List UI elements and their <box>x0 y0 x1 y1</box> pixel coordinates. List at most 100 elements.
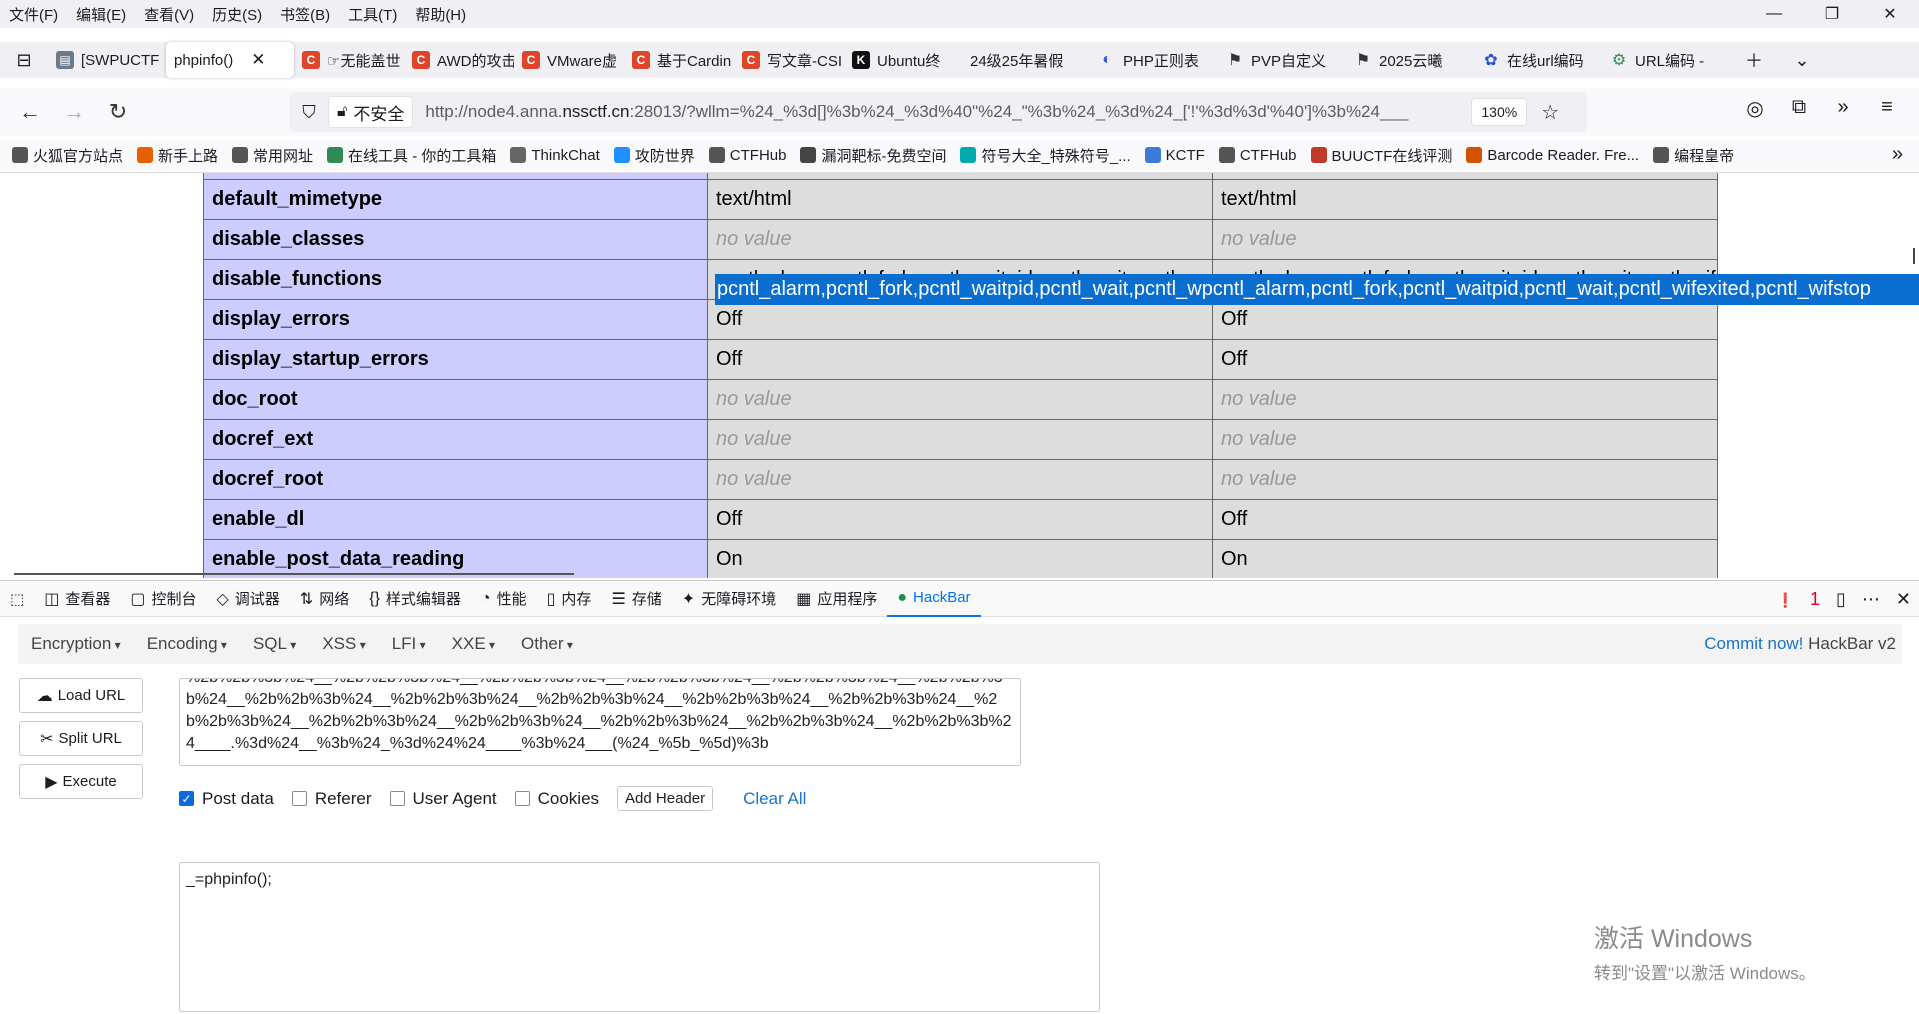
bookmark-item[interactable]: 漏洞靶标-免费空间 <box>800 145 946 166</box>
close-devtools-icon[interactable]: ✕ <box>1896 589 1911 610</box>
devtools-tab[interactable]: ▦ 应用程序 <box>786 581 887 617</box>
directive-name: disable_functions <box>203 259 708 300</box>
split-url-button[interactable]: ✂ Split URL <box>19 721 143 756</box>
cookies-checkbox[interactable]: Cookies <box>514 789 599 809</box>
bookmark-item[interactable]: 常用网址 <box>232 145 313 166</box>
bookmark-item[interactable]: KCTF <box>1144 147 1205 164</box>
restore-button[interactable]: ❐ <box>1803 0 1861 28</box>
hackbar-menu-dropdown[interactable]: LFI <box>379 634 439 654</box>
menu-item[interactable]: 编辑(E) <box>67 4 135 25</box>
menu-item[interactable]: 书签(B) <box>271 4 339 25</box>
devtools-tab[interactable]: {} 样式编辑器 <box>359 581 471 617</box>
devtools-tab[interactable]: ⇅ 网络 <box>290 581 359 617</box>
bookmark-item[interactable]: ThinkChat <box>510 147 600 164</box>
hackbar-commit-link[interactable]: Commit now! HackBar v2 <box>1704 634 1896 654</box>
bookmark-item[interactable]: BUUCTF在线评测 <box>1310 145 1452 166</box>
tab[interactable]: C 写文章-CSI <box>734 42 844 78</box>
post-body-textarea[interactable]: _=phpinfo(); <box>179 862 1100 1012</box>
devtools-tab[interactable]: ☰ 存储 <box>601 581 671 617</box>
bookmark-item[interactable]: 火狐官方站点 <box>12 145 123 166</box>
hackbar-menu-dropdown[interactable]: Other <box>508 634 586 654</box>
bookmark-item[interactable]: CTFHub <box>1218 147 1297 164</box>
post-data-checkbox[interactable]: ✓ Post data <box>179 789 274 809</box>
bookmark-item[interactable]: 在线工具 - 你的工具箱 <box>327 145 496 166</box>
tab[interactable]: ⚑ PVP自定义 <box>1218 42 1346 78</box>
tab[interactable]: ⚙ URL编码 - <box>1602 42 1730 78</box>
hackbar-menu-dropdown[interactable]: XSS <box>309 634 378 654</box>
hamburger-menu-icon[interactable]: ≡ <box>1865 96 1909 121</box>
tab-favicon-icon: ◐ <box>1102 51 1112 68</box>
load-url-button[interactable]: ☁ Load URL <box>19 678 143 713</box>
menu-item[interactable]: 工具(T) <box>339 4 406 25</box>
menu-item[interactable]: 查看(V) <box>135 4 203 25</box>
bookmark-item[interactable]: 攻防世界 <box>613 145 695 166</box>
tab[interactable]: ✿ 在线url编码 <box>1474 42 1602 78</box>
phpinfo-table: default_mimetype text/html text/html disabl… <box>203 173 1718 578</box>
tab-favicon-icon: C <box>632 51 650 69</box>
hackbar-menu-dropdown[interactable]: SQL <box>240 634 309 654</box>
overflow-chevron-icon[interactable]: » <box>1821 96 1865 121</box>
devtools-tab[interactable]: ● HackBar <box>887 581 981 617</box>
bookmark-item[interactable]: 符号大全_特殊符号_... <box>960 145 1131 166</box>
error-count-badge[interactable]: ❗ 1 <box>1777 589 1820 610</box>
tracking-shield-icon[interactable]: ⛉ <box>290 102 328 123</box>
dock-side-icon[interactable]: ▯ <box>1836 589 1846 610</box>
bookmark-item[interactable]: 新手上路 <box>137 145 218 166</box>
reload-icon[interactable]: ↻ <box>96 99 140 125</box>
url-text[interactable]: http://node4.anna.nssctf.cn:28013/?wllm=… <box>425 102 1465 122</box>
insecure-badge[interactable]: 🔓︎ 不安全 <box>328 96 414 128</box>
bookmark-star-icon[interactable]: ☆ <box>1541 100 1559 125</box>
hackbar-menu-dropdown[interactable]: XXE <box>439 634 508 654</box>
user-agent-checkbox[interactable]: User Agent <box>389 789 497 809</box>
tab-list-icon[interactable]: ⊟ <box>0 50 48 71</box>
menu-item[interactable]: 帮助(H) <box>406 4 475 25</box>
referer-checkbox[interactable]: Referer <box>291 789 372 809</box>
tab-active[interactable]: phpinfo() ✕ <box>166 42 294 78</box>
tab[interactable]: ◐ PHP正则表 <box>1090 42 1218 78</box>
bookmark-item[interactable]: 编程皇帝 <box>1653 145 1734 166</box>
tab[interactable]: ▤ [SWPUCTF <box>48 42 166 78</box>
url-bar[interactable]: ⛉ 🔓︎ 不安全 http://node4.anna.nssctf.cn:280… <box>290 92 1587 132</box>
all-tabs-chevron-icon[interactable]: ⌄ <box>1778 50 1826 71</box>
close-window-button[interactable]: ✕ <box>1861 0 1919 28</box>
clear-all-link[interactable]: Clear All <box>743 789 806 809</box>
tab[interactable]: C AWD的攻击 <box>404 42 514 78</box>
menu-item[interactable]: 历史(S) <box>203 4 271 25</box>
devtools-tab[interactable]: ▯ 内存 <box>537 581 602 617</box>
account-icon[interactable]: ◎ <box>1733 96 1777 121</box>
tab[interactable]: C VMware虚 <box>514 42 624 78</box>
hackbar-menu-dropdown[interactable]: Encoding <box>134 634 240 654</box>
new-tab-button[interactable]: ＋ <box>1730 47 1778 73</box>
tab[interactable]: C 基于Cardin <box>624 42 734 78</box>
tab[interactable]: ⚑ 2025云曦 <box>1346 42 1474 78</box>
tab[interactable]: C ☞无能盖世 <box>294 42 404 78</box>
hackbar-menu-dropdown[interactable]: Encryption <box>18 634 134 654</box>
forward-arrow-icon[interactable]: → <box>52 99 96 125</box>
add-header-button[interactable]: Add Header <box>617 786 714 811</box>
hackbar-url-textarea[interactable]: %2b%2b%3b%24__%2b%2b%3b%24__%2b%2b%3b%24… <box>179 678 1021 766</box>
devtools-tab[interactable]: ◔ 性能 <box>471 581 537 617</box>
devtools-tab[interactable]: ◇ 调试器 <box>206 581 289 617</box>
scroll-indicator[interactable] <box>1913 248 1915 264</box>
commit-now-link[interactable]: Commit now! <box>1704 634 1803 653</box>
more-options-icon[interactable]: ⋯ <box>1862 589 1880 610</box>
bookmarks-more-icon[interactable]: » <box>1892 143 1903 166</box>
menu-item[interactable]: 文件(F) <box>0 4 67 25</box>
extensions-icon[interactable]: ⧉ <box>1777 96 1821 121</box>
checkbox-box <box>514 791 530 806</box>
execute-button[interactable]: ▶ Execute <box>19 764 143 799</box>
devtools-tab[interactable]: ▢ 控制台 <box>120 581 206 617</box>
bookmark-item[interactable]: CTFHub <box>708 147 786 164</box>
tab[interactable]: 24级25年暑假 <box>962 42 1090 78</box>
back-arrow-icon[interactable]: ← <box>8 99 52 125</box>
tab-close-icon[interactable]: ✕ <box>251 50 265 70</box>
element-picker-icon[interactable]: ⬚ <box>0 581 34 617</box>
minimize-button[interactable]: — <box>1745 0 1803 28</box>
bookmark-item[interactable]: Barcode Reader. Fre... <box>1466 147 1639 164</box>
devtools-tab[interactable]: ◫ 查看器 <box>34 581 120 617</box>
zoom-level[interactable]: 130% <box>1471 98 1528 126</box>
devtools-resize-handle[interactable] <box>14 573 574 575</box>
tab[interactable]: K Ubuntu终 <box>844 42 962 78</box>
devtools-tab[interactable]: ✦ 无障碍环境 <box>672 581 786 617</box>
bookmark-favicon-icon <box>12 147 28 163</box>
